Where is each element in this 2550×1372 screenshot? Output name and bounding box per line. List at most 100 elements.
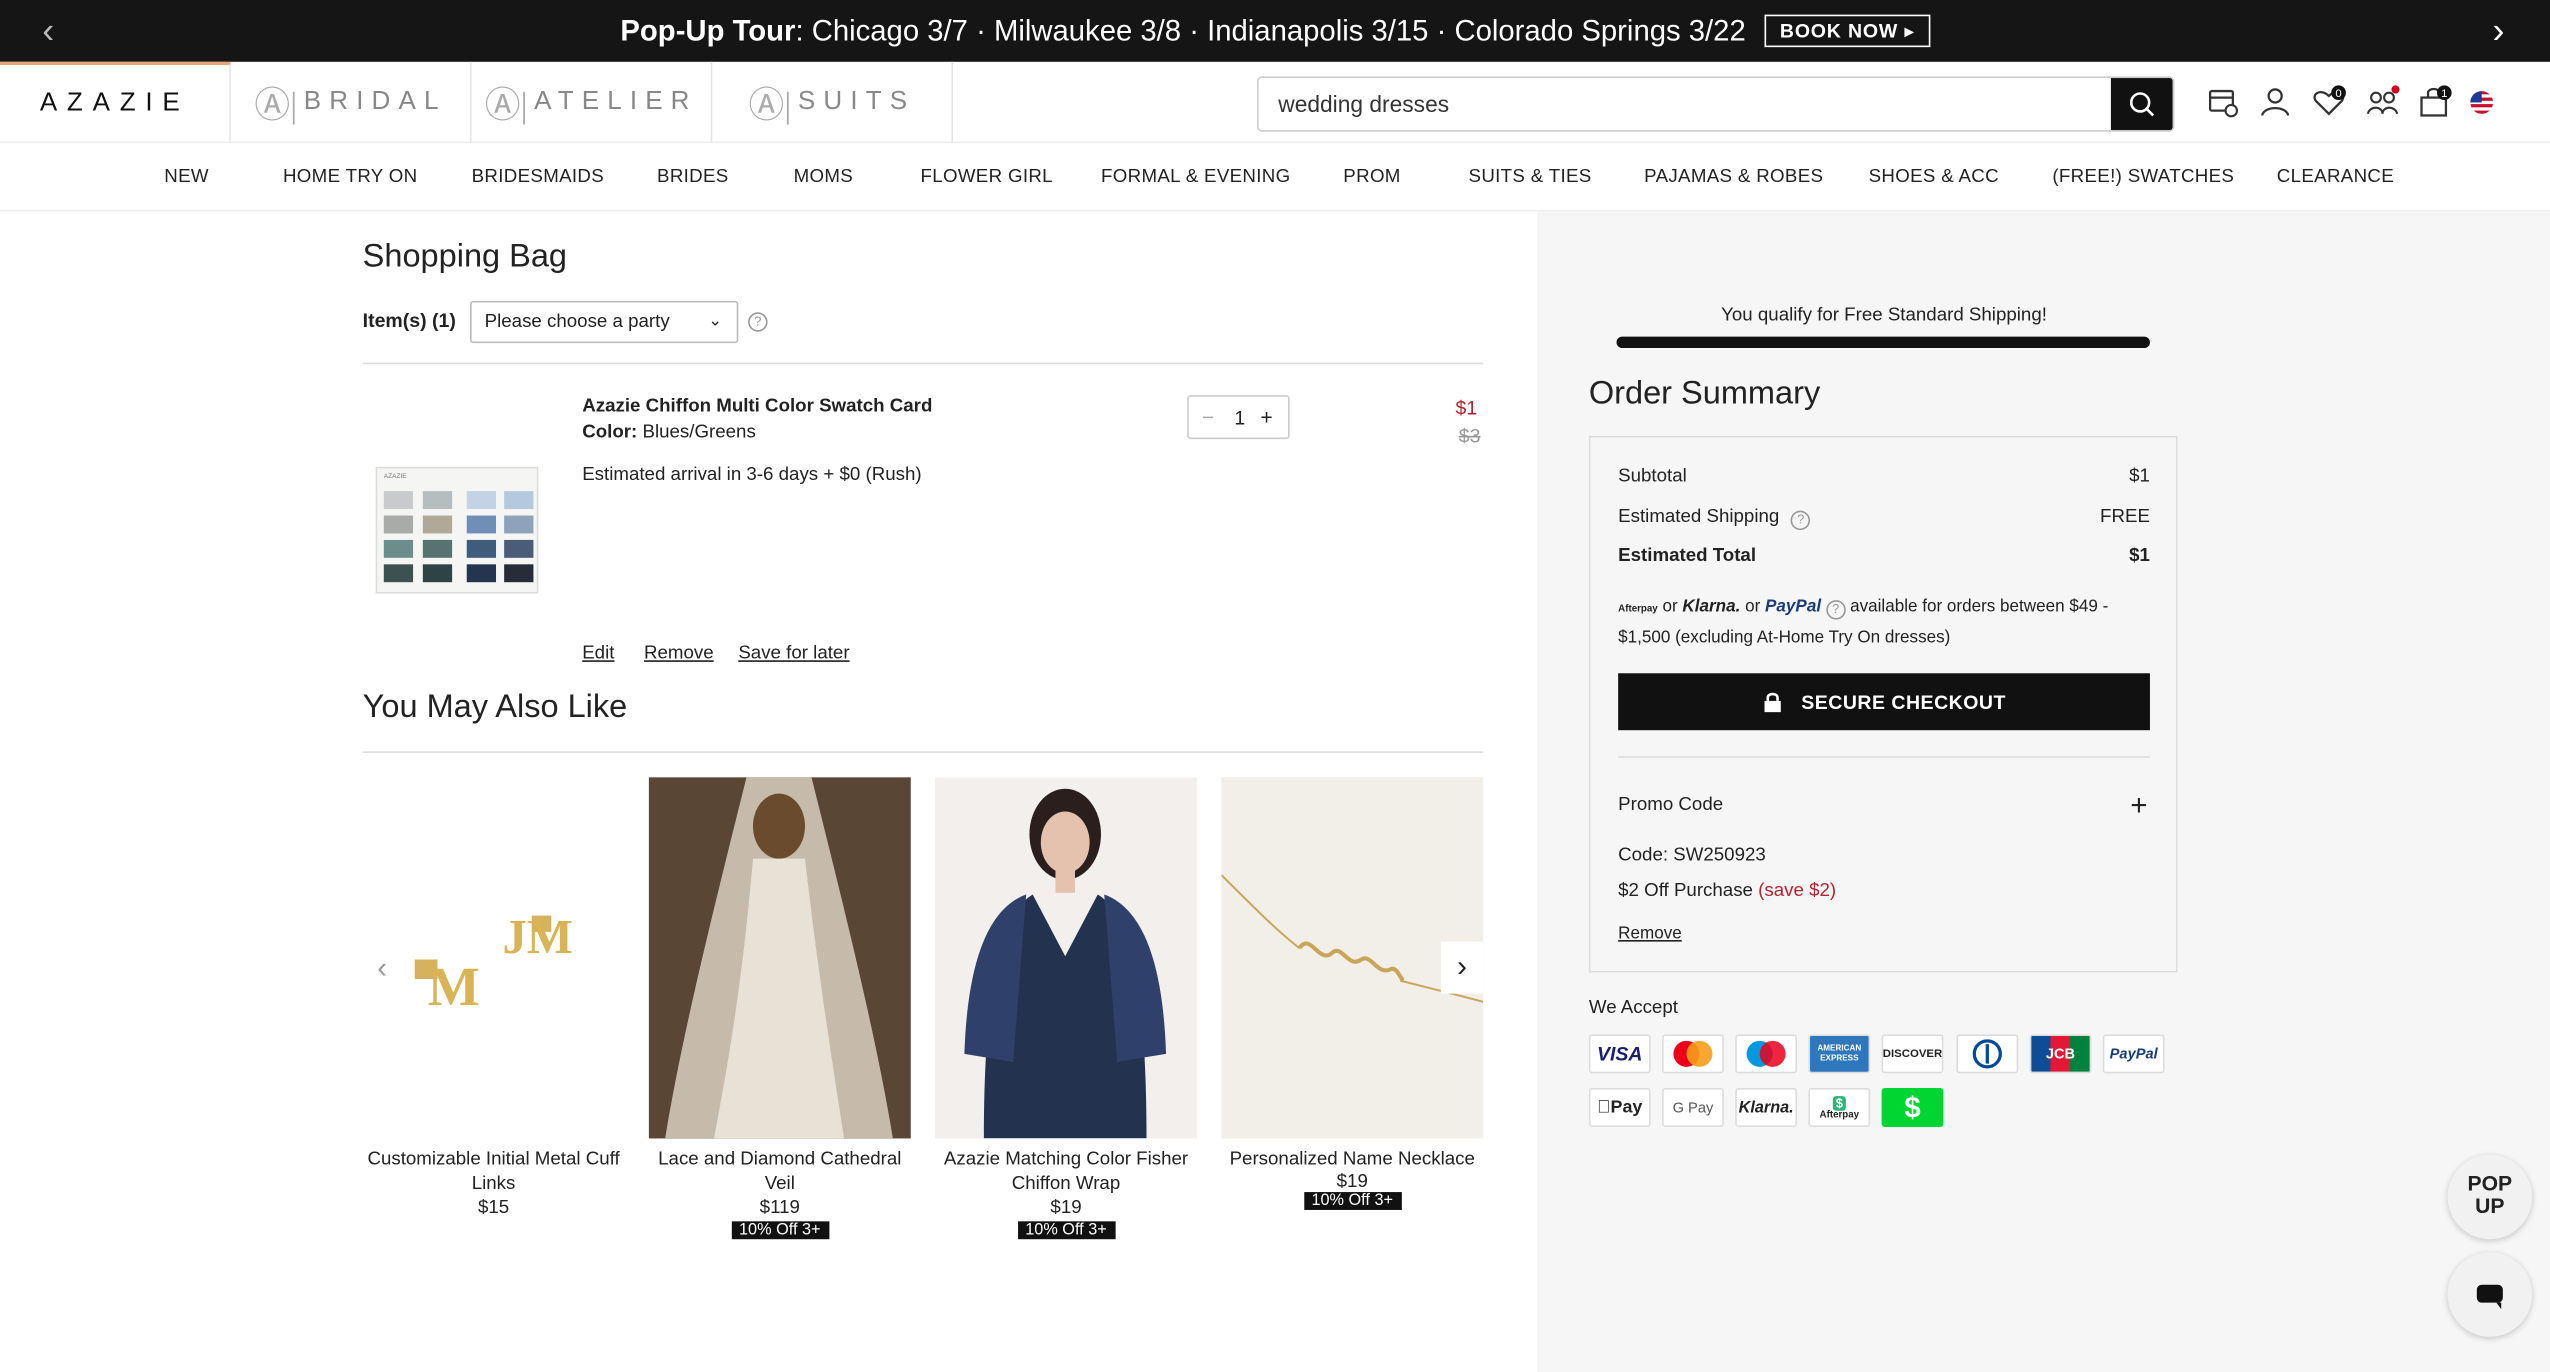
help-icon[interactable]: ? (748, 312, 768, 332)
nav-flower-girl[interactable]: FLOWER GIRL (920, 168, 1052, 188)
us-flag-icon[interactable] (2469, 89, 2495, 115)
decrease-button[interactable]: − (1202, 405, 1214, 429)
pop-up-line-2: UP (2475, 1193, 2505, 1219)
discount-badge: 10% Off 3+ (1303, 1192, 1402, 1210)
wishlist-icon[interactable]: 0 (2311, 85, 2347, 121)
svg-text:M: M (428, 956, 480, 1017)
tab-bridal[interactable]: Ⓐ| BRIDAL (231, 61, 472, 144)
discount-line: $2 Off Purchase (save $2) (1618, 881, 1836, 901)
amex-icon: AMERICAN EXPRESS (1808, 1034, 1871, 1074)
nav-new[interactable]: NEW (164, 168, 209, 188)
search-box (1257, 76, 2175, 132)
party-icon[interactable] (2365, 85, 2401, 121)
carousel-prev-icon[interactable]: ‹ (361, 943, 403, 995)
cart-icon[interactable]: 1 (2417, 85, 2453, 121)
subtotal-row: Subtotal $1 (1618, 467, 2150, 487)
tab-atelier[interactable]: Ⓐ| ATELIER (472, 61, 713, 144)
pop-up-button[interactable]: POP UP (2447, 1154, 2533, 1240)
apple-pay-icon: Pay (1588, 1087, 1651, 1128)
nav-shoes-acc[interactable]: SHOES & ACC (1869, 168, 1999, 188)
promo-code-label[interactable]: Promo Code (1618, 795, 1723, 815)
order-tracking-icon[interactable] (2205, 85, 2241, 121)
discount-badge: 10% Off 3+ (731, 1221, 829, 1240)
google-pay-icon: G Pay (1662, 1087, 1724, 1128)
carousel-next-icon[interactable]: › (1440, 941, 1484, 994)
expand-promo-icon[interactable]: + (2130, 789, 2147, 823)
discover-icon: DISCOVER (1881, 1034, 1944, 1074)
secure-checkout-button[interactable]: SECURE CHECKOUT (1618, 673, 2150, 731)
thumbnail-brand: AZAZIE (383, 471, 407, 480)
free-shipping-message: You qualify for Free Standard Shipping! (1721, 305, 2047, 326)
product-card[interactable]: Azazie Matching Color Fisher Chiffon Wra… (935, 777, 1197, 1240)
party-select[interactable]: Please choose a party ⌄ (469, 300, 739, 344)
remove-link[interactable]: Remove (644, 644, 714, 664)
total-row: Estimated Total $1 (1618, 546, 2150, 566)
nav-bridesmaids[interactable]: BRIDESMAIDS (472, 168, 604, 188)
product-name[interactable]: Azazie Chiffon Multi Color Swatch Card (582, 397, 932, 417)
discount-text: $2 Off Purchase (1618, 881, 1753, 901)
afterpay-icon: $ Afterpay (1808, 1087, 1871, 1128)
edit-link[interactable]: Edit (582, 644, 614, 664)
account-icon[interactable] (2257, 85, 2293, 121)
item-original-price: $3 (1458, 424, 1481, 448)
chat-icon (2476, 1284, 2503, 1310)
product-thumbnail[interactable]: AZAZIE (375, 466, 539, 594)
remove-promo-link[interactable]: Remove (1618, 924, 1682, 944)
nav-home-try-on[interactable]: HOME TRY ON (283, 168, 418, 188)
promo-next-icon[interactable]: › (2493, 10, 2505, 52)
promo-cities: : Chicago 3/7 · Milwaukee 3/8 · Indianap… (795, 13, 1746, 47)
nav-prom[interactable]: PROM (1343, 168, 1400, 188)
recommendations-title: You May Also Like (362, 689, 628, 726)
book-now-button[interactable]: BOOK NOW ▸ (1765, 14, 1930, 48)
nav-formal-evening[interactable]: FORMAL & EVENING (1101, 168, 1290, 188)
product-color: Color: Blues/Greens (582, 423, 756, 443)
product-image[interactable] (935, 777, 1197, 1139)
chevron-down-icon: ⌄ (708, 312, 723, 331)
nav-suits-ties[interactable]: SUITS & TIES (1469, 168, 1592, 188)
chat-button[interactable] (2447, 1252, 2533, 1337)
product-card-name[interactable]: Lace and Diamond Cathedral Veil (649, 1148, 911, 1197)
product-card[interactable]: Lace and Diamond Cathedral Veil $119 10%… (648, 777, 911, 1240)
product-card-name[interactable]: Customizable Initial Metal Cuff Links (363, 1148, 625, 1197)
product-card-name[interactable]: Personalized Name Necklace (1221, 1148, 1483, 1172)
bnpl-or: or (1662, 596, 1678, 617)
nav-brides[interactable]: BRIDES (657, 168, 729, 188)
maestro-icon (1735, 1034, 1798, 1074)
shipping-row: Estimated Shipping ? FREE (1618, 507, 2150, 531)
items-count: Item(s) (1) (362, 308, 456, 332)
mastercard-icon (1662, 1034, 1724, 1074)
bnpl-help-icon[interactable]: ? (1825, 600, 1846, 620)
nav-moms[interactable]: MOMS (794, 168, 853, 188)
page-title: Shopping Bag (362, 239, 568, 275)
azazie-logo[interactable]: AZAZIE (0, 61, 231, 144)
increase-button[interactable]: + (1260, 405, 1272, 429)
total-label: Estimated Total (1618, 546, 1757, 566)
save-for-later-link[interactable]: Save for later (738, 644, 849, 664)
tab-suits[interactable]: Ⓐ| SUITS (712, 61, 954, 144)
party-select-value: Please choose a party (484, 312, 670, 332)
product-card-price: $19 (1050, 1198, 1082, 1219)
cart-count: 1 (2441, 88, 2447, 100)
color-label: Color: (582, 422, 638, 443)
nav-swatches[interactable]: (FREE!) SWATCHES (2052, 168, 2234, 188)
search-button[interactable] (2110, 78, 2173, 131)
promo-prev-icon[interactable]: ‹ (42, 10, 54, 52)
search-icon (2129, 92, 2155, 117)
subtotal-label: Subtotal (1618, 466, 1687, 487)
product-card[interactable]: M JM Customizable Initial Metal Cuff Lin… (362, 777, 625, 1221)
afterpay-symbol-icon: $ (1832, 1095, 1847, 1110)
product-card-price: $119 (759, 1198, 800, 1219)
quantity-value[interactable]: 1 (1234, 407, 1245, 430)
nav-pajamas-robes[interactable]: PAJAMAS & ROBES (1644, 168, 1823, 188)
atelier-logo-icon: Ⓐ| (484, 84, 528, 126)
afterpay-logo: Afterpay (1618, 604, 1658, 615)
apple-pay-label: Pay (1603, 1097, 1643, 1118)
wishlist-count: 0 (2335, 88, 2341, 100)
divider (1618, 756, 2150, 758)
shipping-help-icon[interactable]: ? (1791, 510, 1811, 531)
search-input[interactable] (1258, 78, 2115, 131)
product-card-name[interactable]: Azazie Matching Color Fisher Chiffon Wra… (935, 1148, 1197, 1197)
product-image[interactable] (648, 777, 911, 1139)
we-accept-label: We Accept (1588, 998, 1678, 1019)
nav-clearance[interactable]: CLEARANCE (2277, 168, 2394, 188)
